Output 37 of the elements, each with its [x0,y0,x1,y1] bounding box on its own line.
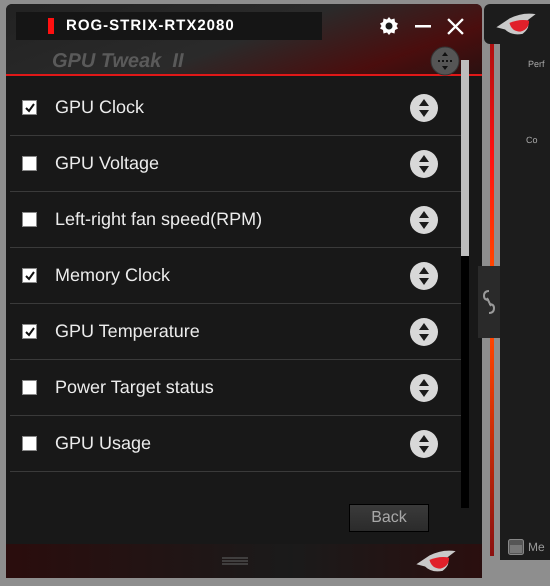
up-down-icon[interactable] [409,372,439,402]
checkbox[interactable] [22,212,37,227]
move-icon[interactable] [430,46,460,76]
window-icon[interactable] [508,539,524,555]
checkbox[interactable] [22,324,37,339]
panel-label: Co [526,134,539,146]
item-label: GPU Temperature [55,320,200,343]
link-button[interactable] [478,266,500,338]
panel-label: Perf [528,58,546,71]
accent-bar [48,18,54,34]
settings-icon[interactable] [379,16,399,36]
close-icon[interactable] [447,18,464,34]
scrollbar-thumb[interactable] [461,60,469,256]
item-label: GPU Clock [55,96,144,119]
logo-icon [494,12,538,36]
up-down-icon[interactable] [409,260,439,290]
checkbox[interactable] [22,156,37,171]
back-button[interactable]: Back [349,504,429,532]
up-down-icon[interactable] [409,148,439,178]
up-down-icon[interactable] [409,204,439,234]
item-label: GPU Voltage [55,152,160,175]
up-down-icon[interactable] [409,428,439,458]
item-label: Power Target status [55,376,214,399]
item-label: GPU Usage [55,432,152,455]
checkbox[interactable] [22,268,37,283]
up-down-icon[interactable] [409,92,439,122]
up-down-icon[interactable] [409,316,439,346]
checkbox[interactable] [22,380,37,395]
panel-label: Me [528,539,545,556]
drag-handle-icon[interactable] [222,556,248,566]
item-label: Memory Clock [55,264,170,287]
checkbox[interactable] [22,436,37,451]
item-label: Left-right fan speed(RPM) [55,208,262,231]
logo-icon [414,549,458,573]
link-icon [483,289,495,315]
checkbox[interactable] [22,100,37,115]
window-title: ROG-STRIX-RTX2080 [66,16,235,36]
